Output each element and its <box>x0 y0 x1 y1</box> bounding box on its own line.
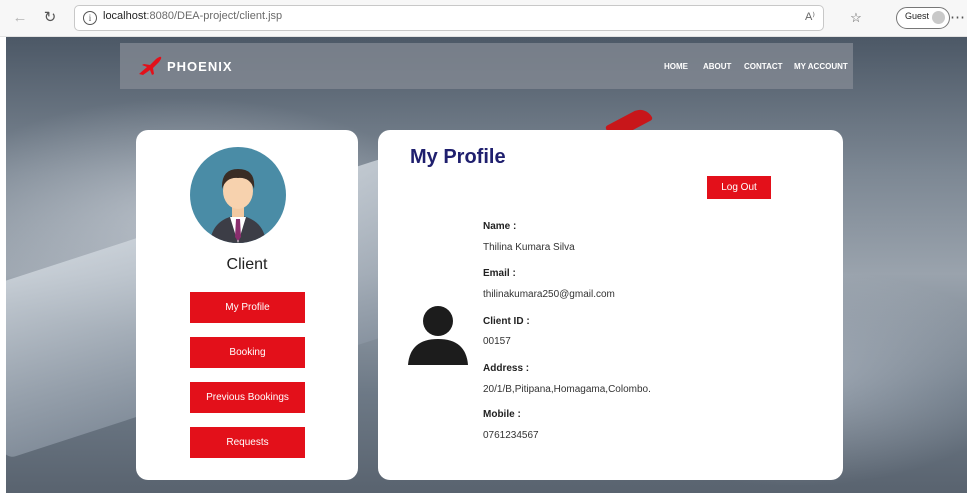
refresh-icon[interactable]: ↻ <box>40 8 60 28</box>
page-background: PHOENIX HOME ABOUT CONTACT MY ACCOUNT Cl… <box>6 37 967 493</box>
url-path: :8080/DEA-project/client.jsp <box>146 10 283 22</box>
favorites-icon[interactable]: ☆ <box>846 8 866 28</box>
url-host: localhost <box>103 10 147 22</box>
guest-label: Guest <box>905 11 930 21</box>
email-label: Email : <box>483 268 516 279</box>
name-label: Name : <box>483 221 517 232</box>
requests-button[interactable]: Requests <box>190 427 305 458</box>
nav-my-account-link[interactable]: MY ACCOUNT <box>794 62 848 71</box>
back-icon[interactable]: ← <box>10 8 30 28</box>
booking-button[interactable]: Booking <box>190 337 305 368</box>
client-avatar <box>190 147 286 243</box>
profile-card: My Profile Log Out Name : Thilina Kumara… <box>378 130 843 480</box>
sidebar-title: Client <box>226 256 268 273</box>
businessman-icon <box>210 169 266 243</box>
client-id-value: 00157 <box>483 336 511 347</box>
site-header: PHOENIX HOME ABOUT CONTACT MY ACCOUNT <box>120 43 853 89</box>
airplane-logo-icon <box>139 56 162 75</box>
nav-contact-link[interactable]: CONTACT <box>744 62 783 71</box>
email-value: thilinakumara250@gmail.com <box>483 289 615 300</box>
user-silhouette-icon <box>408 306 468 365</box>
guest-avatar-icon <box>932 11 945 24</box>
info-icon[interactable]: i <box>83 11 97 25</box>
client-id-label: Client ID : <box>483 316 530 327</box>
page-title: My Profile <box>410 146 506 168</box>
nav-home-link[interactable]: HOME <box>664 62 688 71</box>
my-profile-button[interactable]: My Profile <box>190 292 305 323</box>
reader-mode-icon[interactable]: A⁾ <box>805 10 815 23</box>
logo-text: PHOENIX <box>167 59 233 74</box>
address-value: 20/1/B,Pitipana,Homagama,Colombo. <box>483 384 651 395</box>
mobile-label: Mobile : <box>483 409 521 420</box>
address-bar[interactable]: i localhost:8080/DEA-project/client.jsp … <box>74 5 824 31</box>
url-text: localhost:8080/DEA-project/client.jsp <box>103 10 282 22</box>
address-label: Address : <box>483 363 530 374</box>
guest-profile-button[interactable]: Guest <box>896 7 950 29</box>
more-options-icon[interactable]: ⋯ <box>950 8 965 28</box>
client-sidebar: Client My Profile Booking Previous Booki… <box>136 130 358 480</box>
previous-bookings-button[interactable]: Previous Bookings <box>190 382 305 413</box>
mobile-value: 0761234567 <box>483 430 539 441</box>
logout-button[interactable]: Log Out <box>707 176 771 199</box>
browser-toolbar: ← ↻ i localhost:8080/DEA-project/client.… <box>0 0 967 37</box>
nav-about-link[interactable]: ABOUT <box>703 62 731 71</box>
name-value: Thilina Kumara Silva <box>483 242 575 253</box>
